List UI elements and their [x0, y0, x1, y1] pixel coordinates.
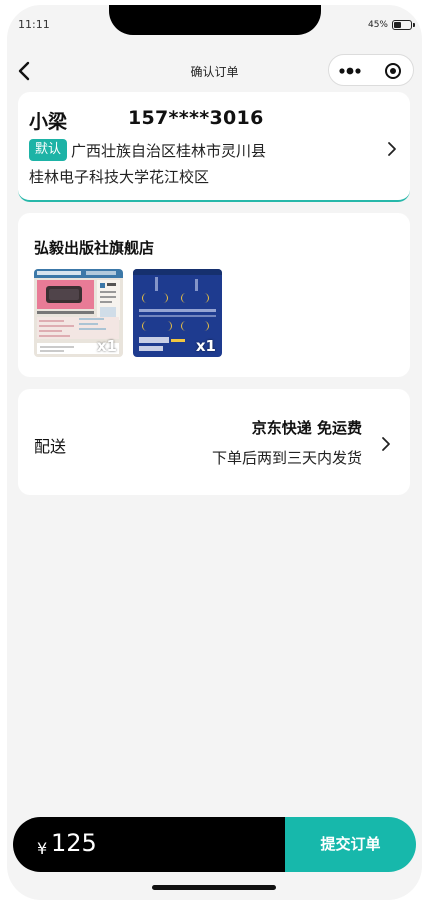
product-quantity: x1 — [195, 337, 216, 355]
home-indicator — [152, 885, 276, 890]
shipping-card[interactable]: 配送 京东快递 免运费 下单后两到三天内发货 — [18, 389, 410, 495]
total-price-area: ¥ 125 — [13, 817, 285, 872]
shipping-method: 京东快递 免运费 — [251, 419, 362, 437]
product-thumbnail[interactable]: x1 — [133, 269, 222, 357]
battery-indicator: 45% — [367, 20, 415, 30]
default-address-badge: 默认 — [29, 139, 68, 161]
product-quantity: x1 — [96, 337, 117, 355]
shop-card: 弘毅出版社旗舰店 x1 x1 — [18, 213, 410, 377]
nav-bar: 确认订单 — [7, 49, 422, 93]
chevron-right-icon — [382, 437, 390, 451]
address-line-2: 桂林电子科技大学花江校区 — [29, 168, 210, 186]
mini-program-capsule — [328, 54, 414, 86]
shipping-time: 下单后两到三天内发货 — [211, 449, 362, 467]
address-card[interactable]: 小梁 157****3016 默认 广西壮族自治区桂林市灵川县 桂林电子科技大学… — [18, 92, 410, 202]
status-bar: 11:11 45% — [7, 5, 422, 45]
shop-name: 弘毅出版社旗舰店 — [34, 239, 155, 257]
battery-fill — [394, 22, 401, 28]
more-dots-icon[interactable] — [338, 63, 362, 79]
target-icon[interactable] — [384, 62, 402, 80]
chevron-right-icon — [388, 142, 396, 156]
total-price: 125 — [51, 829, 97, 857]
recipient-phone: 157****3016 — [128, 107, 264, 129]
product-thumbnail[interactable]: x1 — [34, 269, 123, 357]
battery-percent: 45% — [367, 20, 388, 30]
camera-notch — [109, 5, 321, 35]
submit-order-button[interactable]: 提交订单 — [285, 817, 416, 872]
currency-symbol: ¥ — [37, 839, 48, 858]
checkout-bar: ¥ 125 提交订单 — [13, 817, 416, 872]
status-time: 11:11 — [18, 18, 50, 31]
address-line-1: 广西壮族自治区桂林市灵川县 — [71, 142, 267, 160]
phone-screen: 11:11 45% 确认订单 小梁 157****3016 默认 广西壮族自治区… — [7, 5, 422, 900]
shipping-label: 配送 — [34, 437, 67, 456]
recipient-name: 小梁 — [29, 111, 68, 133]
battery-icon — [392, 20, 415, 30]
